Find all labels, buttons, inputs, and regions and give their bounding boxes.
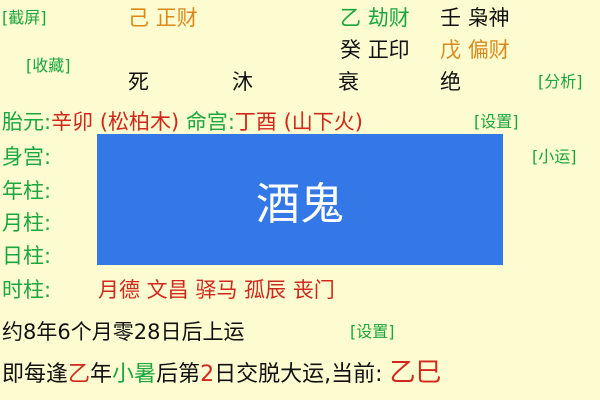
hidden-stem-1-char: 己	[128, 6, 149, 30]
luck-line-stem: 乙	[68, 362, 91, 387]
hour-pillar-label: 时柱:	[2, 278, 52, 302]
luck-line-num: 2	[200, 362, 215, 387]
analyze-button[interactable]: [分析]	[538, 68, 583, 92]
minor-luck-button[interactable]: [小运]	[532, 143, 577, 167]
luck-line-term: 小暑	[112, 362, 157, 387]
hidden-stem-4: 癸 正印	[340, 34, 410, 64]
overlay-banner: 酒鬼	[97, 134, 503, 265]
phase-2: 沐	[232, 70, 253, 94]
hidden-stem-3-god: 枭神	[467, 6, 510, 30]
hidden-stem-5-god: 偏财	[467, 38, 510, 62]
hidden-stem-2-god: 劫财	[367, 6, 410, 30]
minggong-label: 命宫:	[185, 110, 235, 134]
overlay-text: 酒鬼	[256, 178, 344, 230]
hidden-stem-4-god: 正印	[367, 38, 410, 62]
hidden-stem-5-char: 戊	[440, 38, 461, 62]
month-pillar-label: 月柱:	[2, 211, 52, 235]
hidden-stem-1: 己 正财	[128, 2, 198, 32]
settings-button-2[interactable]: [设置]	[350, 318, 395, 342]
luck-line-part-c: 后第	[156, 362, 201, 387]
hidden-stem-2: 乙 劫财	[340, 2, 410, 32]
luck-line-part-d: 日交脱大运,当前:	[214, 362, 390, 387]
shen-sha-list: 月德 文昌 驿马 孤辰 丧门	[98, 278, 335, 302]
hidden-stem-4-char: 癸	[340, 38, 361, 62]
shengong-label: 身宫:	[2, 145, 52, 169]
minggong-value: 丁酉 (山下火)	[234, 110, 363, 134]
hidden-stem-1-god: 正财	[155, 6, 198, 30]
favorite-button[interactable]: [收藏]	[26, 52, 71, 76]
hidden-stem-3-char: 壬	[440, 6, 461, 30]
cut-off-row	[0, 388, 600, 400]
hidden-stem-3: 壬 枭神	[440, 2, 510, 32]
phase-1: 死	[128, 70, 149, 94]
luck-transfer-line: 即每逢乙年小暑后第2日交脱大运,当前: 乙巳	[2, 352, 442, 389]
settings-button-1[interactable]: [设置]	[474, 108, 519, 132]
day-pillar-label: 日柱:	[2, 244, 52, 268]
luck-line-part-a: 即每逢	[2, 362, 69, 387]
hidden-stem-2-char: 乙	[340, 6, 361, 30]
taiyuan-row: 胎元:辛卯 (松柏木) 命宫:丁酉 (山下火)	[2, 106, 363, 136]
hidden-stem-5: 戊 偏财	[440, 34, 510, 64]
taiyuan-label: 胎元:	[2, 110, 52, 134]
year-pillar-label: 年柱:	[2, 179, 52, 203]
screenshot-button[interactable]: [截屏]	[2, 4, 47, 28]
phase-3: 衰	[338, 70, 359, 94]
phase-4: 绝	[440, 70, 461, 94]
luck-line-part-b: 年	[90, 362, 113, 387]
luck-start-text: 约8年6个月零28日后上运	[2, 320, 245, 344]
taiyuan-value: 辛卯 (松柏木)	[51, 110, 180, 134]
current-luck-value: 乙巳	[389, 358, 442, 388]
